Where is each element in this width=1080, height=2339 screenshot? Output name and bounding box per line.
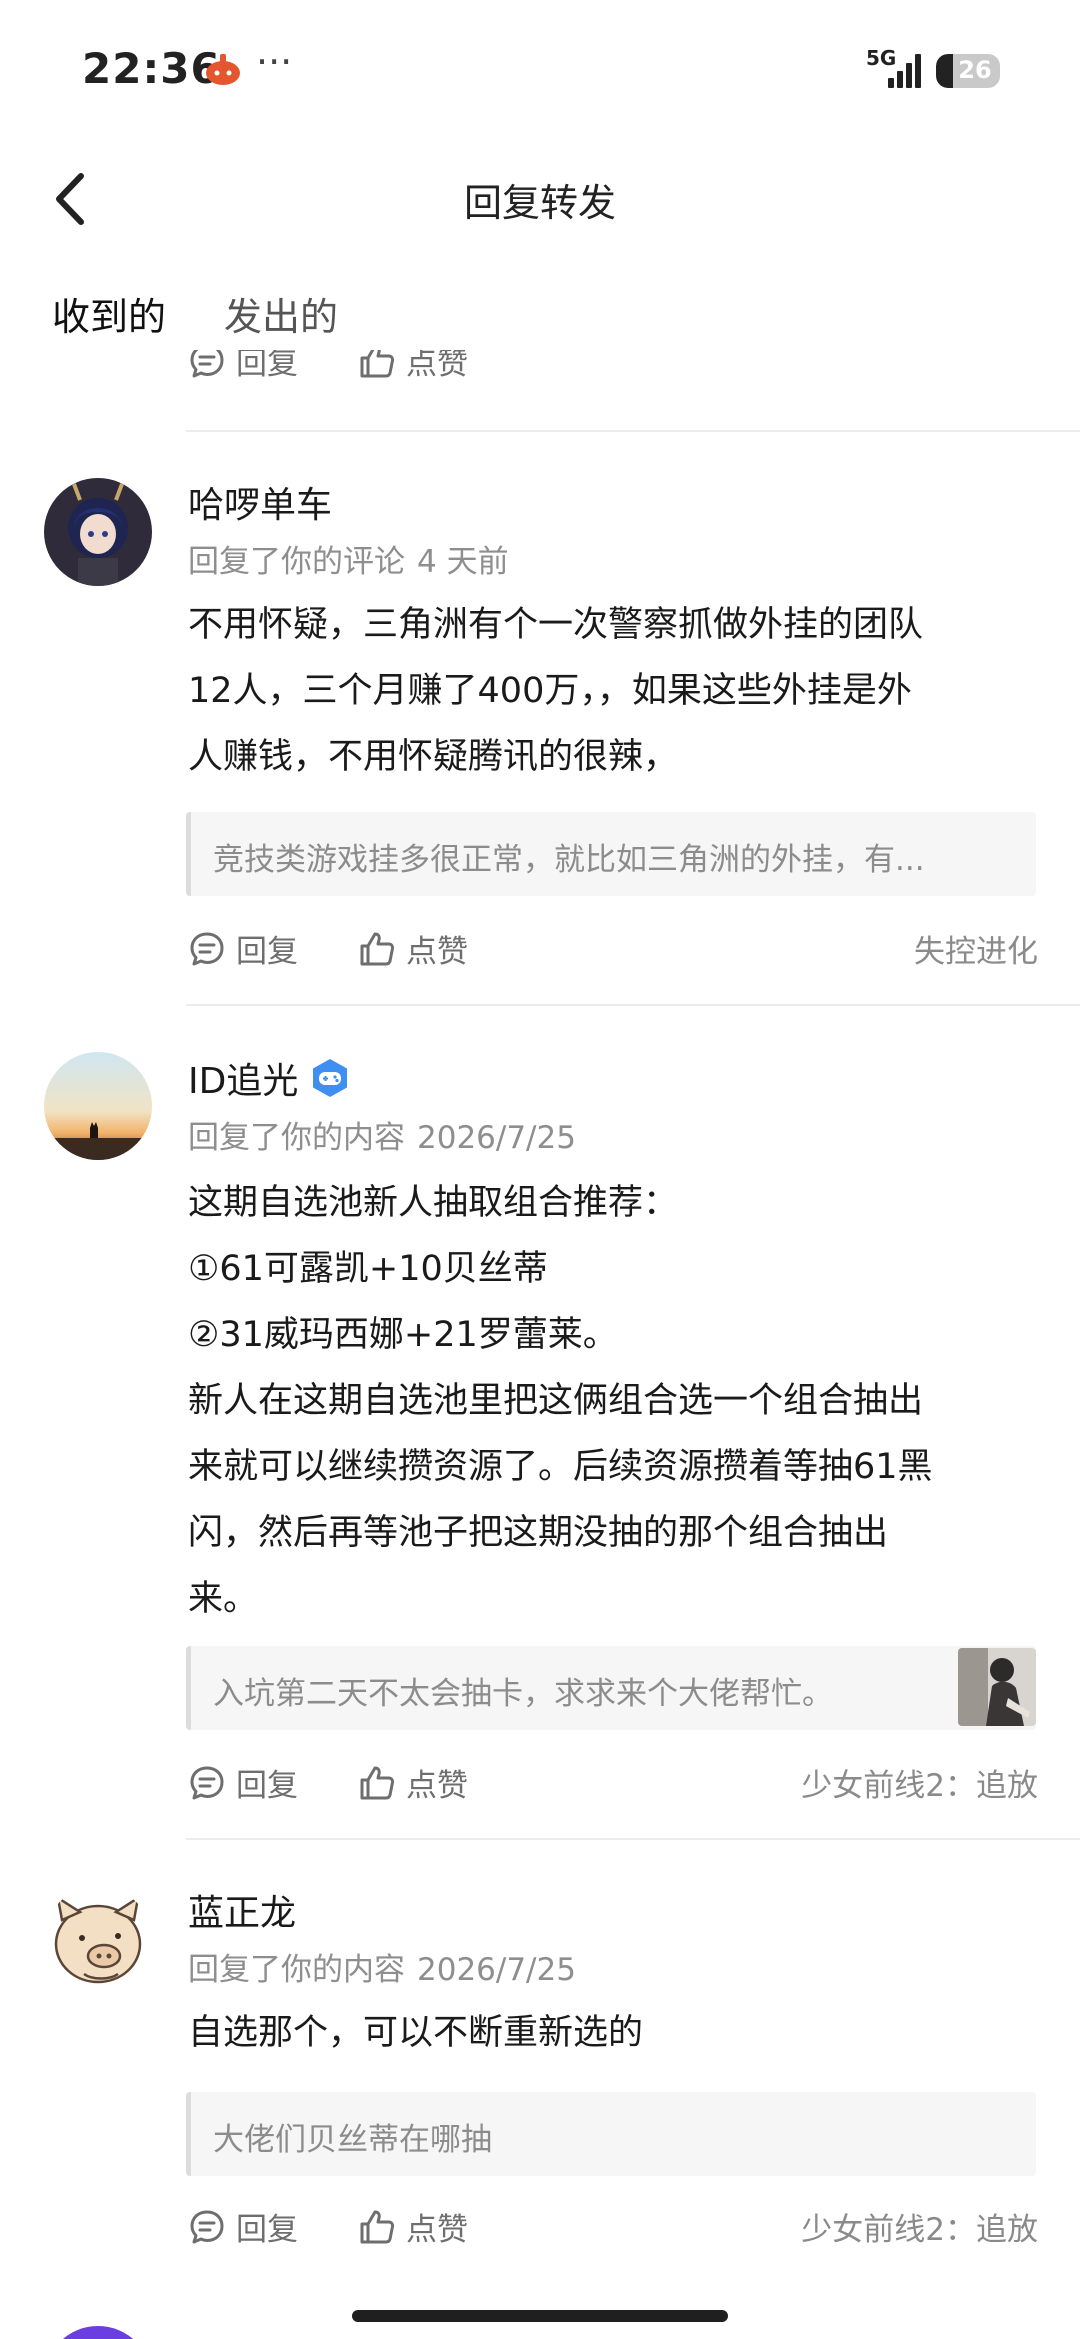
action-row: 回复 点赞 失控进化 (188, 926, 1038, 976)
avatar[interactable] (44, 478, 152, 586)
source-link[interactable]: 少女前线2：追放 (801, 2204, 1038, 2249)
reply-list[interactable]: 回复 点赞 哈啰单车 回复了你的评论 4 天前 不用怀疑，三角洲有个一次警察抓做… (0, 350, 1080, 2280)
action-row: 回复 点赞 少女前线2：追放 (188, 1760, 1038, 1810)
like-label: 点赞 (406, 2212, 468, 2248)
reply-label: 回复 (236, 934, 298, 970)
reply-meta: 回复了你的内容 2026/7/25 (188, 1112, 576, 1157)
battery-icon: 26 (936, 54, 1000, 88)
reply-meta: 回复了你的内容 2026/7/25 (188, 1944, 576, 1989)
like-button[interactable]: 点赞 (358, 926, 468, 971)
like-label: 点赞 (406, 934, 468, 970)
tab-received[interactable]: 收到的 (52, 286, 166, 341)
reply-action-text: 回复了你的内容 (188, 1952, 405, 1988)
header: 回复转发 (0, 150, 1080, 250)
page-title: 回复转发 (463, 181, 616, 225)
status-more-icon: ··· (256, 40, 293, 84)
content-line: 新人在这期自选池里把这俩组合选一个组合抽出 (188, 1381, 924, 1421)
content-line: 闪，然后再等池子把这期没抽的那个组合抽出 (188, 1513, 889, 1553)
comment-icon (190, 2210, 224, 2243)
like-label: 点赞 (406, 1768, 468, 1804)
reply-time: 2026/7/25 (417, 1952, 576, 1988)
content-line: 这期自选池新人抽取组合推荐： (188, 1183, 679, 1223)
content-line: 人赚钱，不用怀疑腾讯的很辣， (188, 737, 679, 777)
thumbs-up-icon (360, 350, 395, 377)
user-name[interactable]: 蓝正龙 (188, 1884, 296, 1936)
avatar[interactable] (44, 1052, 152, 1160)
user-name-text: ID追光 (188, 1061, 299, 1102)
avatar[interactable] (44, 2326, 152, 2339)
user-name-text: 哈啰单车 (188, 485, 333, 526)
user-name[interactable]: ID追光 (188, 1052, 350, 1104)
thumbs-up-icon (360, 2210, 395, 2243)
reply-button[interactable]: 回复 (188, 2204, 298, 2249)
divider (186, 1004, 1080, 1006)
content-line: 12人，三个月赚了400万，，如果这些外挂是外 (188, 671, 912, 711)
user-name-text: 蓝正龙 (188, 1893, 297, 1934)
user-name[interactable]: 哈啰单车 (188, 476, 332, 528)
quoted-text: 入坑第二天不太会抽卡，求求来个大佬帮忙。 (213, 1676, 833, 1712)
action-row: 回复 点赞 少女前线2：追放 (188, 2204, 1038, 2254)
quoted-comment[interactable]: 入坑第二天不太会抽卡，求求来个大佬帮忙。 (186, 1646, 1036, 1730)
reply-meta: 回复了你的评论 4 天前 (188, 536, 509, 581)
quoted-comment[interactable]: 竞技类游戏挂多很正常，就比如三角洲的外挂，有... (186, 812, 1036, 896)
quoted-comment[interactable]: 大佬们贝丝蒂在哪抽 (186, 2092, 1036, 2176)
reply-button[interactable]: 回复 (188, 1760, 298, 1805)
reply-action-text: 回复了你的评论 (188, 544, 405, 580)
reply-action-text: 回复了你的内容 (188, 1120, 405, 1156)
reply-button[interactable]: 回复 (188, 350, 298, 383)
content-line: ①61可露凯+10贝丝蒂 (188, 1249, 548, 1289)
home-indicator[interactable] (352, 2310, 728, 2322)
thumbs-up-icon (360, 1766, 395, 1799)
content-line: 来。 (188, 1579, 259, 1619)
reply-time: 2026/7/25 (417, 1120, 576, 1156)
like-label: 点赞 (406, 350, 468, 382)
content-line: ②31威玛西娜+21罗蕾莱。 (188, 1315, 618, 1355)
reply-button[interactable]: 回复 (188, 926, 298, 971)
content-line: 不用怀疑，三角洲有个一次警察抓做外挂的团队 (188, 605, 924, 645)
like-button[interactable]: 点赞 (358, 2204, 468, 2249)
reply-label: 回复 (236, 2212, 298, 2248)
previous-item-actions: 回复 点赞 (0, 350, 1080, 408)
status-time: 22:36 (82, 44, 221, 93)
avatar[interactable] (44, 1886, 152, 1994)
thumbs-up-icon (360, 932, 395, 965)
quoted-text: 大佬们贝丝蒂在哪抽 (213, 2122, 492, 2158)
action-row: 回复 点赞 (188, 350, 1038, 388)
source-link[interactable]: 失控进化 (914, 926, 1038, 971)
reply-time: 4 天前 (417, 544, 509, 580)
tab-bar: 收到的 发出的 (0, 280, 1080, 350)
comment-icon (190, 1766, 224, 1799)
comment-icon (190, 932, 224, 965)
content-line: 来就可以继续攒资源了。后续资源攒着等抽61黑 (188, 1447, 933, 1487)
reply-content[interactable]: 不用怀疑，三角洲有个一次警察抓做外挂的团队 12人，三个月赚了400万，，如果这… (188, 592, 1028, 790)
divider (186, 1838, 1080, 1840)
game-controller-badge-icon (313, 1059, 348, 1097)
reply-label: 回复 (236, 350, 298, 382)
like-button[interactable]: 点赞 (358, 1760, 468, 1805)
quoted-text: 竞技类游戏挂多很正常，就比如三角洲的外挂，有... (213, 842, 925, 878)
status-bar: 22:36 ··· 5G 26 (0, 0, 1080, 140)
reply-content[interactable]: 自选那个，可以不断重新选的 (188, 2000, 1028, 2066)
content-line: 自选那个，可以不断重新选的 (188, 2013, 644, 2053)
comment-icon (190, 350, 224, 377)
battery-level: 26 (958, 56, 992, 84)
reply-label: 回复 (236, 1768, 298, 1804)
divider (186, 430, 1080, 432)
tab-sent[interactable]: 发出的 (224, 286, 338, 341)
source-link[interactable]: 少女前线2：追放 (801, 1760, 1038, 1805)
reply-content[interactable]: 这期自选池新人抽取组合推荐： ①61可露凯+10贝丝蒂 ②31威玛西娜+21罗蕾… (188, 1170, 1028, 1632)
like-button[interactable]: 点赞 (358, 350, 468, 383)
signal-icon (888, 54, 921, 88)
app-notification-icon (206, 54, 240, 85)
quoted-image-thumbnail[interactable] (958, 1648, 1036, 1726)
